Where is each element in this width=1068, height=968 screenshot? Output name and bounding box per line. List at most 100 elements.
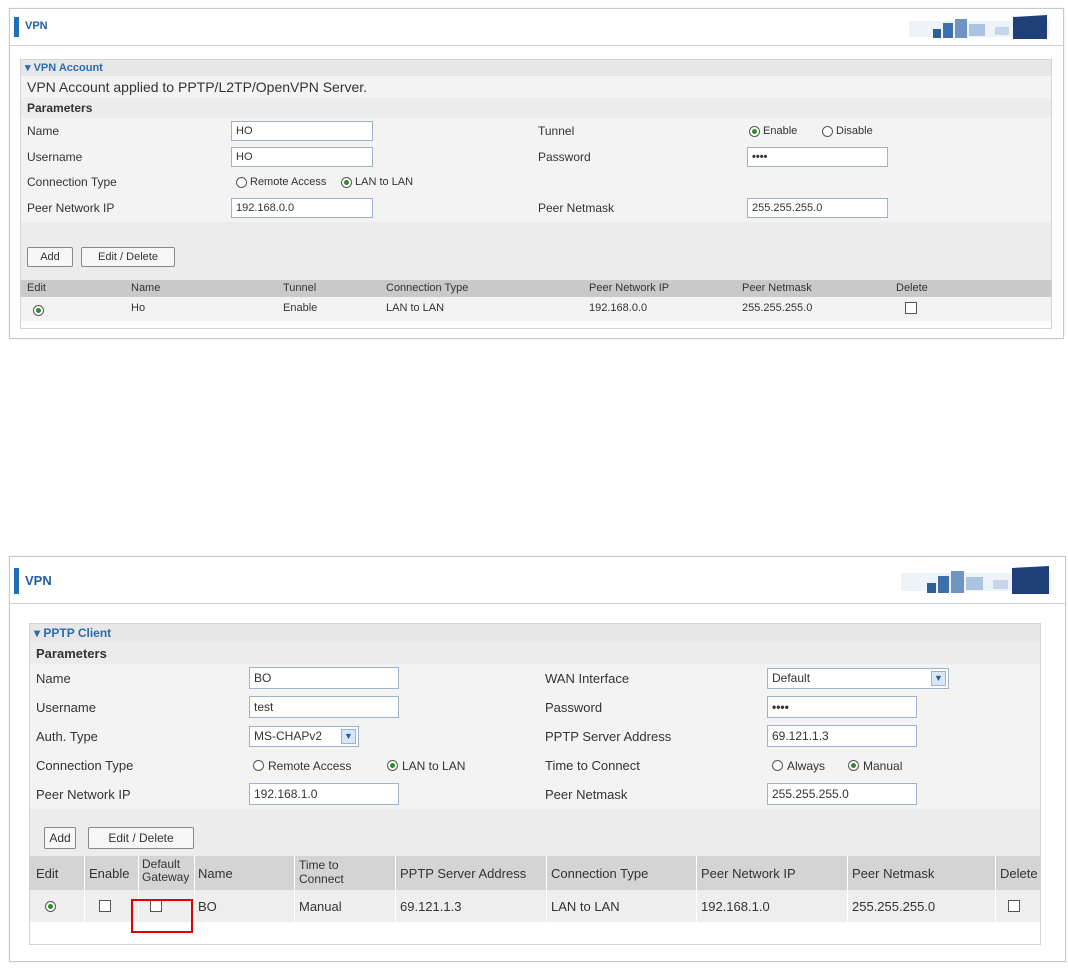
column-divider bbox=[546, 890, 547, 922]
auth-type-select[interactable]: MS-CHAPv2 ▼ bbox=[249, 726, 359, 747]
password-field[interactable] bbox=[747, 147, 888, 167]
remote-access-radio[interactable] bbox=[236, 177, 247, 188]
edit-delete-button[interactable]: Edit / Delete bbox=[88, 827, 194, 849]
name-field[interactable] bbox=[249, 667, 399, 689]
button-row: Add Edit / Delete bbox=[30, 809, 1040, 857]
section-title: ▾ VPN Account bbox=[21, 60, 1051, 76]
th-default-gateway-line2: Gateway bbox=[142, 870, 190, 884]
password-field[interactable] bbox=[767, 696, 917, 718]
cell-server-address: 69.121.1.3 bbox=[400, 899, 462, 914]
th-default-gateway: Default Gateway bbox=[142, 858, 189, 886]
network-logo-icon bbox=[909, 15, 1049, 39]
column-divider bbox=[847, 856, 848, 890]
username-label: Username bbox=[36, 700, 96, 715]
th-time-line1: Time to bbox=[299, 858, 339, 872]
th-connection-type: Connection Type bbox=[386, 282, 469, 294]
pptp-client-panel: VPN ▾ PPTP Client Parameters Name WAN In… bbox=[9, 556, 1066, 962]
network-logo-icon bbox=[901, 566, 1051, 594]
lan-to-lan-radio[interactable] bbox=[387, 760, 398, 771]
th-name: Name bbox=[198, 866, 233, 881]
parameters-label: Parameters bbox=[27, 101, 93, 115]
username-row: Username Password bbox=[21, 144, 1051, 171]
enable-row-checkbox[interactable] bbox=[99, 900, 111, 912]
delete-row-checkbox[interactable] bbox=[905, 302, 917, 314]
cell-tunnel: Enable bbox=[283, 302, 318, 314]
connection-type-label: Connection Type bbox=[27, 175, 117, 189]
cell-peer-netmask: 255.255.255.0 bbox=[852, 899, 936, 914]
edit-delete-button[interactable]: Edit / Delete bbox=[81, 247, 175, 267]
page-title: VPN bbox=[25, 573, 52, 588]
peer-ip-label: Peer Network IP bbox=[27, 201, 115, 215]
tunnel-disable-radio[interactable] bbox=[822, 126, 833, 137]
add-button[interactable]: Add bbox=[27, 247, 73, 267]
column-divider bbox=[84, 856, 85, 890]
username-label: Username bbox=[27, 150, 83, 164]
column-divider bbox=[696, 856, 697, 890]
panel-header: VPN bbox=[10, 557, 1065, 604]
column-divider bbox=[294, 856, 295, 890]
peer-ip-field[interactable] bbox=[249, 783, 399, 805]
page-title: VPN bbox=[25, 20, 48, 32]
lan-to-lan-radio[interactable] bbox=[341, 177, 352, 188]
remote-access-label: Remote Access bbox=[250, 176, 327, 188]
column-divider bbox=[84, 890, 85, 922]
chevron-down-icon: ▼ bbox=[931, 671, 946, 686]
table-header: Edit Enable Default Gateway Name Time to… bbox=[30, 856, 1040, 891]
button-row: Add Edit / Delete bbox=[21, 222, 1051, 281]
peer-netmask-field[interactable] bbox=[747, 198, 888, 218]
column-divider bbox=[847, 890, 848, 922]
edit-row-radio[interactable] bbox=[45, 901, 56, 912]
remote-access-radio[interactable] bbox=[253, 760, 264, 771]
password-label: Password bbox=[545, 700, 603, 715]
peer-ip-field[interactable] bbox=[231, 198, 373, 218]
table-header: Edit Name Tunnel Connection Type Peer Ne… bbox=[21, 280, 1051, 298]
column-divider bbox=[194, 856, 195, 890]
wan-interface-select[interactable]: Default ▼ bbox=[767, 668, 949, 689]
th-peer-network-ip: Peer Network IP bbox=[701, 866, 796, 881]
peer-netmask-label: Peer Netmask bbox=[545, 787, 628, 802]
parameters-header: Parameters bbox=[30, 642, 1040, 665]
header-accent-bar bbox=[14, 568, 19, 594]
cell-peer-ip: 192.168.1.0 bbox=[701, 899, 770, 914]
th-server-address: PPTP Server Address bbox=[400, 866, 527, 881]
password-label: Password bbox=[538, 150, 591, 164]
auth-row: Auth. Type MS-CHAPv2 ▼ PPTP Server Addre… bbox=[30, 722, 1040, 752]
edit-row-radio[interactable] bbox=[33, 305, 44, 316]
column-divider bbox=[995, 856, 996, 890]
username-field[interactable] bbox=[231, 147, 373, 167]
tunnel-enable-radio[interactable] bbox=[749, 126, 760, 137]
tunnel-enable-label: Enable bbox=[763, 125, 798, 137]
column-divider bbox=[138, 856, 139, 890]
pptp-client-frame: ▾ PPTP Client Parameters Name WAN Interf… bbox=[29, 623, 1041, 945]
delete-row-checkbox[interactable] bbox=[1008, 900, 1020, 912]
always-radio[interactable] bbox=[772, 760, 783, 771]
name-row: Name WAN Interface Default ▼ bbox=[30, 664, 1040, 694]
section-title: ▾ PPTP Client bbox=[30, 624, 1040, 642]
server-address-field[interactable] bbox=[767, 725, 917, 747]
peer-ip-label: Peer Network IP bbox=[36, 787, 131, 802]
manual-radio[interactable] bbox=[848, 760, 859, 771]
name-row: Name Tunnel Enable Disable bbox=[21, 118, 1051, 145]
lan-to-lan-label: LAN to LAN bbox=[402, 759, 466, 773]
th-connection-type: Connection Type bbox=[551, 866, 649, 881]
auth-type-label: Auth. Type bbox=[36, 729, 98, 744]
panel-header: VPN bbox=[10, 9, 1063, 46]
th-delete: Delete bbox=[1000, 866, 1038, 881]
auth-type-value: MS-CHAPv2 bbox=[254, 729, 323, 743]
add-button[interactable]: Add bbox=[44, 827, 76, 849]
vpn-account-frame: ▾ VPN Account VPN Account applied to PPT… bbox=[20, 59, 1052, 329]
name-field[interactable] bbox=[231, 121, 373, 141]
th-peer-netmask: Peer Netmask bbox=[852, 866, 935, 881]
remote-access-label: Remote Access bbox=[268, 759, 352, 773]
chevron-down-icon: ▼ bbox=[341, 729, 356, 744]
wan-interface-label: WAN Interface bbox=[545, 671, 630, 686]
cell-peer-netmask: 255.255.255.0 bbox=[742, 302, 813, 314]
peer-network-row: Peer Network IP Peer Netmask bbox=[21, 194, 1051, 223]
wan-interface-value: Default bbox=[772, 671, 811, 685]
column-divider bbox=[294, 890, 295, 922]
peer-network-row: Peer Network IP Peer Netmask bbox=[30, 780, 1040, 810]
column-divider bbox=[395, 890, 396, 922]
username-field[interactable] bbox=[249, 696, 399, 718]
peer-netmask-field[interactable] bbox=[767, 783, 917, 805]
tunnel-label: Tunnel bbox=[538, 124, 575, 138]
